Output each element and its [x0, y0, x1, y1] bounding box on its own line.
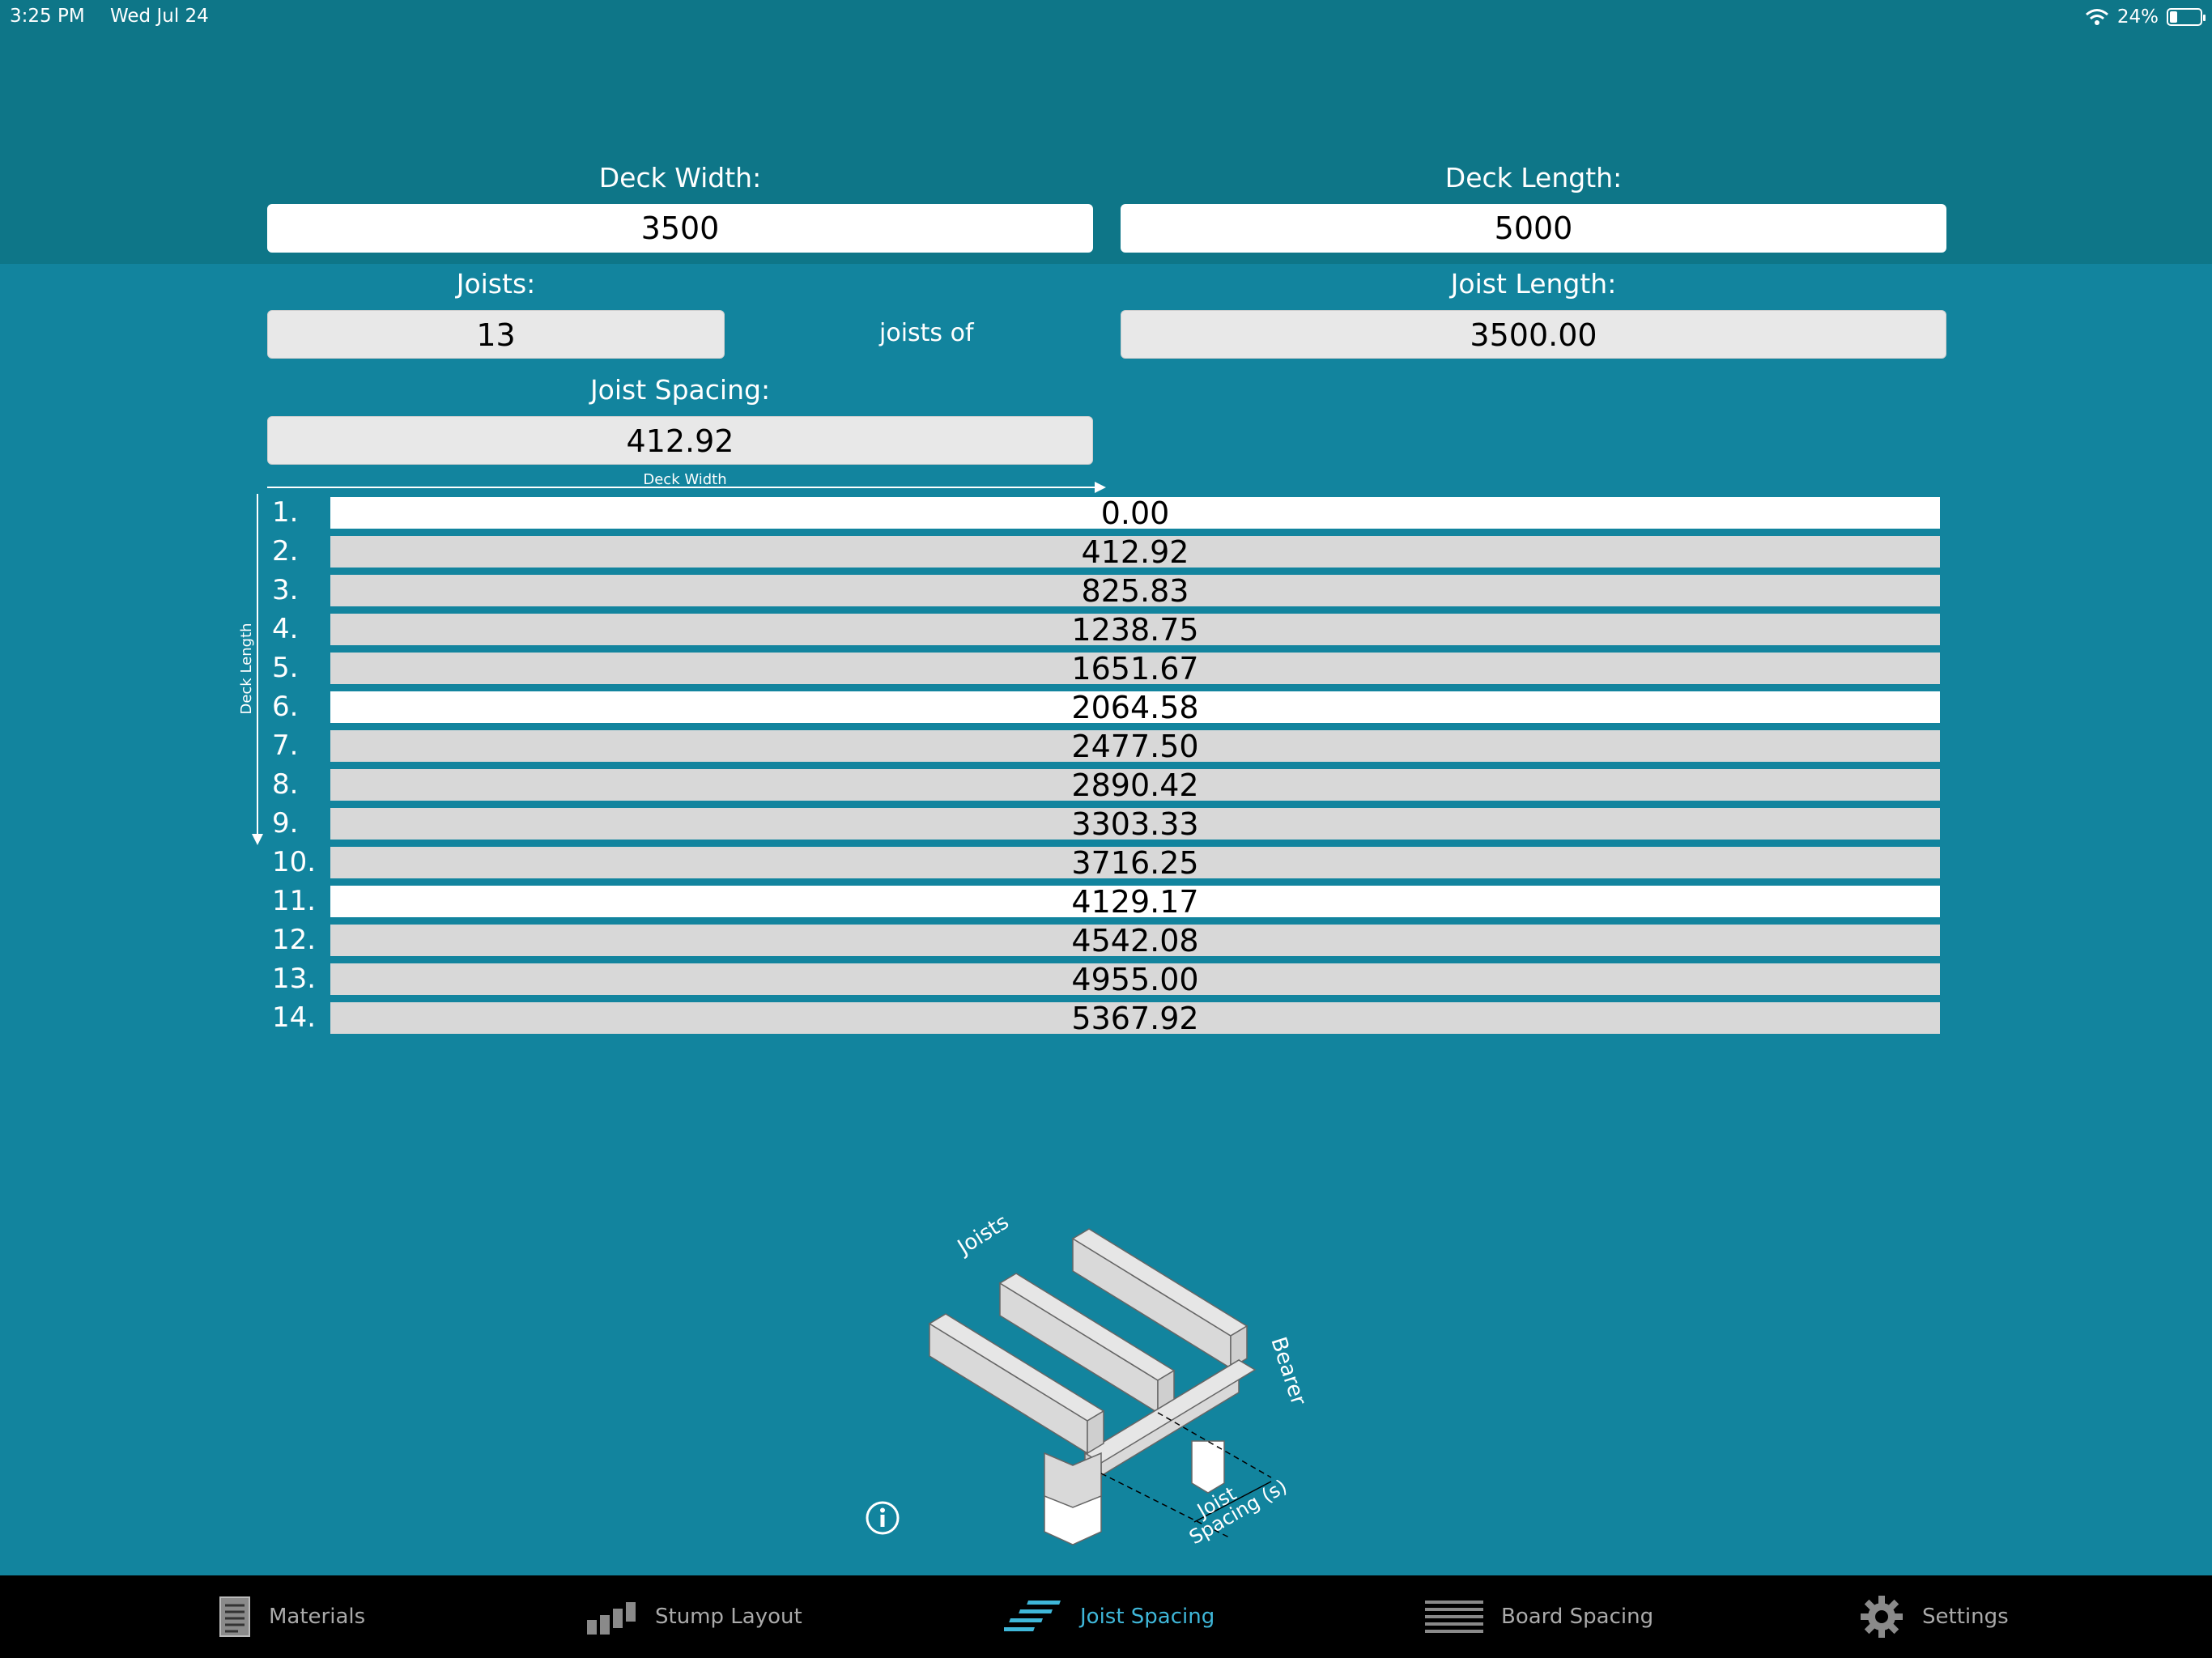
joist-length-label: Joist Length: [1450, 268, 1617, 300]
tab-stump-layout[interactable]: Stump Layout [587, 1575, 802, 1658]
row-value: 825.83 [330, 575, 1940, 607]
joist-bearer-illustration: Joists Bearer Joist Spacing (s) [928, 1209, 1311, 1549]
list-item: 8. 2890.42 [272, 767, 1940, 806]
list-item: 4. 1238.75 [272, 612, 1940, 651]
tab-label: Settings [1922, 1605, 2009, 1629]
row-number: 1. [272, 496, 299, 529]
deck-length-input[interactable]: 5000 [1121, 204, 1946, 253]
row-number: 5. [272, 652, 299, 684]
tab-board-spacing[interactable]: Board Spacing [1425, 1575, 1653, 1658]
row-number: 4. [272, 613, 299, 645]
row-value: 412.92 [330, 536, 1940, 568]
tab-bar: Materials Stump Layout Joist Spacing Boa… [0, 1575, 2212, 1658]
tab-label: Materials [269, 1605, 366, 1629]
status-time: 3:25 PM [10, 6, 85, 27]
row-value: 1238.75 [330, 614, 1940, 646]
row-number: 7. [272, 729, 299, 762]
status-bar-right: 24% [2085, 0, 2206, 34]
list-item: 10. 3716.25 [272, 845, 1940, 884]
list-item: 6. 2064.58 [272, 690, 1940, 729]
bearer-caption: Bearer [1266, 1334, 1310, 1409]
row-number: 12. [272, 924, 317, 956]
row-value: 2064.58 [330, 691, 1940, 724]
list-item: 9. 3303.33 [272, 806, 1940, 845]
joists-label: Joists: [456, 268, 536, 300]
row-value: 3303.33 [330, 808, 1940, 840]
battery-percent: 24% [2116, 6, 2159, 28]
list-item: 11. 4129.17 [272, 884, 1940, 923]
tab-materials[interactable]: Materials [219, 1575, 365, 1658]
tab-label: Board Spacing [1501, 1605, 1654, 1629]
materials-icon [219, 1596, 250, 1637]
board-spacing-icon [1425, 1601, 1483, 1633]
row-number: 3. [272, 574, 299, 606]
joist-spacing-label: Joist Spacing: [589, 374, 771, 406]
row-number: 8. [272, 768, 299, 801]
tab-joist-spacing[interactable]: Joist Spacing [1004, 1575, 1214, 1658]
deck-length-axis-label: Deck Length [238, 623, 255, 715]
deck-length-arrow [257, 494, 258, 838]
list-item: 12. 4542.08 [272, 923, 1940, 962]
wifi-icon [2085, 9, 2108, 25]
tab-settings[interactable]: Settings [1859, 1575, 2009, 1658]
row-number: 2. [272, 535, 299, 568]
deck-width-label: Deck Width: [598, 162, 762, 193]
row-value: 1651.67 [330, 653, 1940, 685]
list-item: 5. 1651.67 [272, 651, 1940, 690]
status-bar-left: 3:25 PM Wed Jul 24 [10, 0, 209, 34]
deck-width-axis-label: Deck Width [643, 471, 727, 488]
joist-positions-list: 1. 0.00 2. 412.92 3. 825.83 4. 1238.75 5. 165… [272, 495, 1940, 1039]
status-date: Wed Jul 24 [110, 6, 209, 27]
list-item: 1. 0.00 [272, 495, 1940, 534]
joist-spacing-field: 412.92 [267, 416, 1093, 465]
row-number: 6. [272, 691, 299, 723]
row-value: 0.00 [330, 497, 1940, 529]
list-item: 7. 2477.50 [272, 729, 1940, 767]
deck-length-arrowhead [252, 834, 263, 845]
joists-caption: Joists [952, 1209, 1013, 1261]
row-value: 4955.00 [330, 963, 1940, 996]
row-number: 10. [272, 846, 317, 878]
row-number: 14. [272, 1001, 317, 1034]
joist-spacing-icon [1004, 1601, 1061, 1631]
row-value: 5367.92 [330, 1002, 1940, 1035]
gear-icon [1861, 1596, 1903, 1638]
list-item: 14. 5367.92 [272, 1001, 1940, 1039]
row-value: 3716.25 [330, 847, 1940, 879]
row-value: 4542.08 [330, 925, 1940, 957]
deck-width-arrowhead [1095, 482, 1106, 493]
list-item: 2. 412.92 [272, 534, 1940, 573]
row-number: 11. [272, 885, 317, 917]
row-value: 2890.42 [330, 769, 1940, 801]
joists-count-field: 13 [267, 310, 725, 359]
stump-layout-icon [587, 1602, 636, 1635]
battery-icon [2167, 8, 2206, 26]
row-number: 9. [272, 807, 299, 840]
list-item: 3. 825.83 [272, 573, 1940, 612]
tab-label: Stump Layout [655, 1605, 802, 1629]
list-item: 13. 4955.00 [272, 962, 1940, 1001]
joist-length-field: 3500.00 [1121, 310, 1946, 359]
row-value: 4129.17 [330, 886, 1940, 918]
deck-length-label: Deck Length: [1444, 162, 1623, 193]
row-number: 13. [272, 963, 317, 995]
tab-label: Joist Spacing [1080, 1605, 1215, 1629]
row-value: 2477.50 [330, 730, 1940, 763]
joists-of-text: joists of [879, 319, 974, 347]
deck-width-input[interactable]: 3500 [267, 204, 1093, 253]
info-icon[interactable] [865, 1500, 900, 1536]
